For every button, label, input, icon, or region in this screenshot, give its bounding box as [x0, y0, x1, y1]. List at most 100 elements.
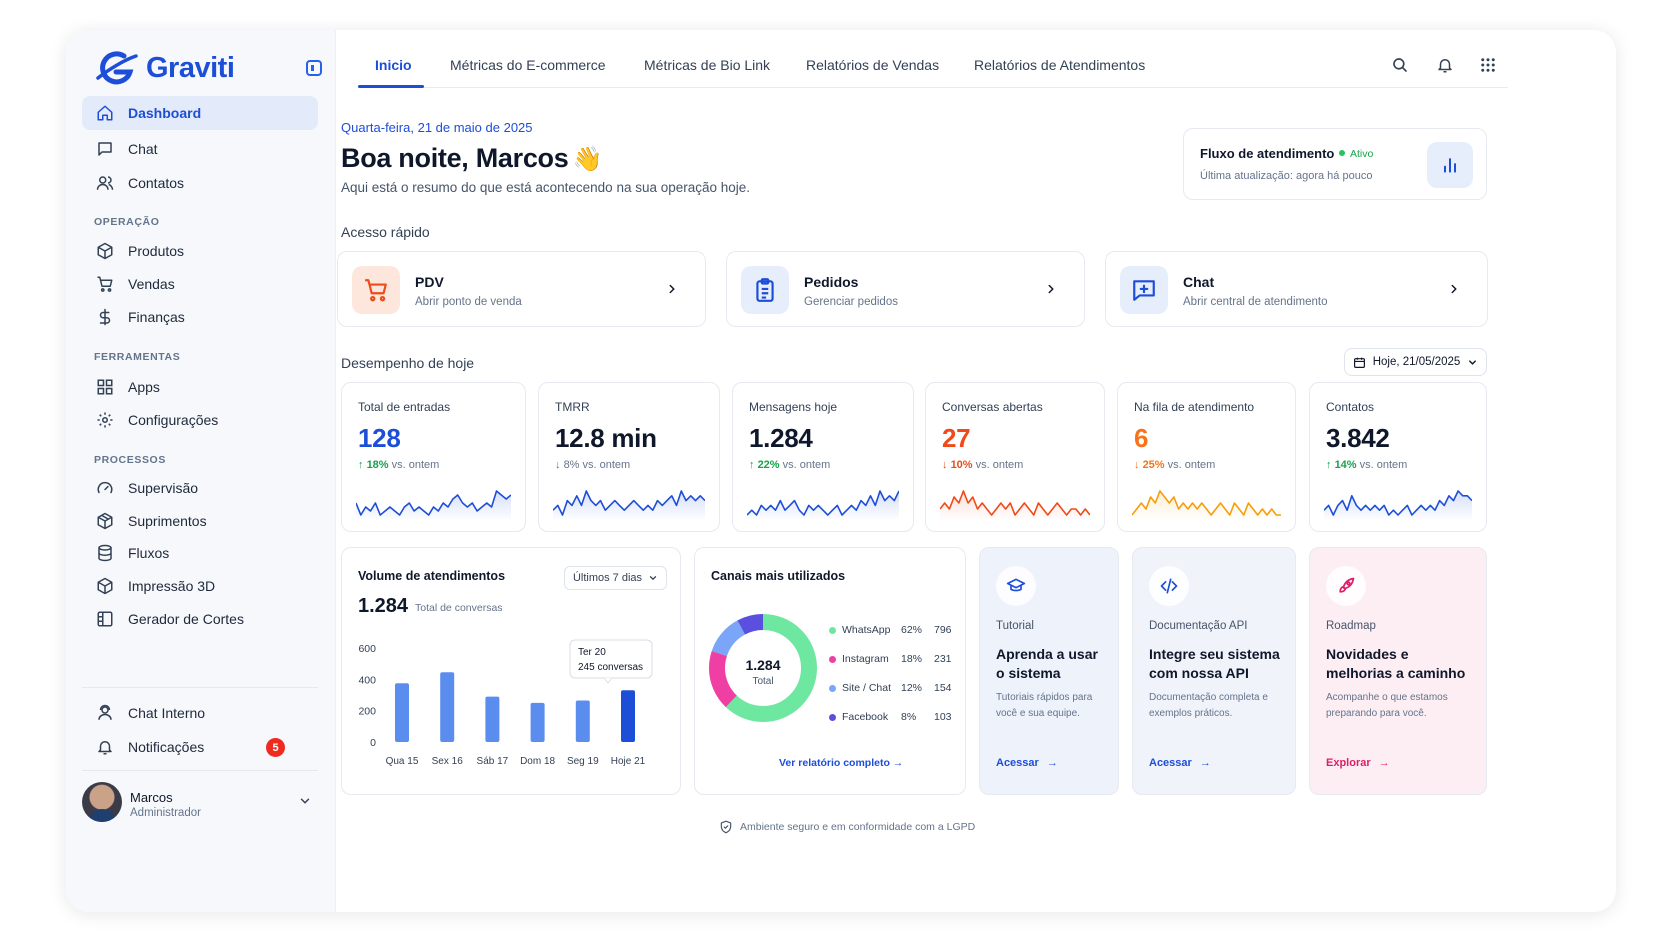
sidebar-item-label: Supervisão: [128, 480, 199, 496]
promo-link[interactable]: Acessar →: [1149, 757, 1211, 769]
bar-chart-icon: [1444, 158, 1456, 173]
promo-card[interactable]: Documentação API Integre seu sistema com …: [1132, 547, 1296, 795]
bar[interactable]: [485, 696, 500, 742]
sidebar-item-label: Chat: [128, 141, 158, 157]
sidebar-item-contatos[interactable]: Contatos: [82, 166, 318, 200]
stat-delta-percent: 25%: [1142, 459, 1165, 471]
sidebar-item-label: Finanças: [128, 309, 185, 325]
legend-count: 231: [934, 653, 952, 665]
sidebar-item-suprimentos[interactable]: Suprimentos: [82, 504, 318, 538]
sidebar-divider: [82, 770, 318, 771]
database-icon: [98, 544, 112, 562]
dashboard-body: Quarta-feira, 21 de maio de 2025 Boa noi…: [336, 30, 1616, 912]
promo-link[interactable]: Explorar →: [1326, 757, 1390, 769]
sidebar-item-configuracoes[interactable]: Configurações: [82, 403, 318, 437]
volume-total: 1.284: [358, 595, 409, 617]
arrow-up-icon: ↑: [1326, 459, 1335, 471]
volume-bar-chart: 600 400 200 0 Qua 15 Sex 16 Sáb 17 Dom 18 Seg 19…: [358, 639, 653, 767]
quick-title: Chat: [1183, 274, 1215, 290]
legend-name: Site / Chat: [842, 682, 892, 694]
stat-card[interactable]: Total de entradas 128 ↑ 18% vs. ontem: [341, 382, 526, 532]
legend-item: Facebook 8% 103: [829, 711, 959, 725]
promo-link[interactable]: Acessar →: [996, 757, 1058, 769]
legend-name: Facebook: [842, 711, 889, 723]
arrow-right-icon: →: [1046, 757, 1058, 769]
range-select[interactable]: Últimos 7 dias: [564, 566, 667, 590]
chevron-right-icon: [1048, 284, 1054, 294]
tooltip-pointer: [603, 677, 613, 684]
promo-icon-wrap: [1149, 566, 1189, 606]
page-title: Boa noite, Marcos 👋: [341, 143, 602, 174]
y-tick-label: 200: [358, 706, 376, 718]
cube-icon: [97, 577, 113, 595]
stat-delta-vs: vs. ontem: [782, 459, 831, 471]
x-tick-label: Qua 15: [386, 756, 419, 767]
sidebar-item-gerador-de-cortes[interactable]: Gerador de Cortes: [82, 602, 318, 636]
y-tick-label: 600: [358, 643, 376, 655]
legend-count: 796: [934, 624, 952, 636]
x-tick-label: Seg 19: [567, 756, 599, 767]
sidebar-item-impressao-3d[interactable]: Impressão 3D: [82, 569, 318, 603]
arrow-right-icon: →: [1199, 757, 1211, 769]
stat-value: 128: [358, 423, 401, 453]
bar[interactable]: [440, 672, 455, 742]
stat-card[interactable]: Mensagens hoje 1.284 ↑ 22% vs. ontem: [732, 382, 914, 532]
sidebar-item-financas[interactable]: Finanças: [82, 300, 318, 334]
bell-icon: [98, 741, 112, 755]
notification-count-badge: 5: [266, 738, 285, 757]
sidebar-item-fluxos[interactable]: Fluxos: [82, 536, 318, 570]
bar[interactable]: [621, 690, 635, 742]
full-report-link[interactable]: Ver relatório completo →: [779, 757, 903, 769]
waving-hand-icon: 👋: [572, 146, 603, 173]
q-icon-wrap: [741, 266, 789, 314]
sidebar-item-apps[interactable]: Apps: [82, 370, 318, 404]
quick-access-pdv[interactable]: PDV Abrir ponto de venda: [337, 251, 706, 327]
legend-dot: [829, 714, 836, 721]
layout-icon: [97, 611, 113, 627]
collapse-sidebar-icon[interactable]: [306, 60, 322, 76]
stat-card[interactable]: Contatos 3.842 ↑ 14% vs. ontem: [1309, 382, 1487, 532]
promo-card[interactable]: Tutorial Aprenda a usar o sistema Tutoriai…: [979, 547, 1119, 795]
stat-delta: ↓ 8% vs. ontem: [555, 459, 630, 471]
date-filter-select[interactable]: Hoje, 21/05/2025: [1344, 348, 1487, 376]
sparkline-area: [356, 491, 511, 521]
headset-icon: [98, 704, 112, 720]
bar[interactable]: [575, 700, 590, 742]
donut-total-label: Total: [752, 676, 773, 687]
chevron-down-icon: [649, 576, 657, 581]
bar[interactable]: [395, 683, 409, 742]
y-tick-label: 400: [358, 674, 376, 686]
quick-access-pedidos[interactable]: Pedidos Gerenciar pedidos: [726, 251, 1085, 327]
flow-chart-button[interactable]: [1427, 142, 1473, 188]
sidebar-item-dashboard[interactable]: Dashboard: [82, 96, 318, 130]
chevron-down-icon[interactable]: [298, 794, 312, 808]
legend-item: Instagram 18% 231: [829, 653, 959, 667]
sidebar-item-label: Impressão 3D: [128, 578, 216, 594]
chevron-down-icon: [1469, 359, 1477, 365]
flow-updated: Última atualização: agora há pouco: [1200, 170, 1373, 182]
avatar: [82, 782, 122, 822]
quick-access-chat[interactable]: Chat Abrir central de atendimento: [1105, 251, 1488, 327]
sidebar-item-label: Chat Interno: [128, 705, 206, 721]
arrow-down-icon: ↓: [1134, 459, 1143, 471]
code-icon: [1160, 578, 1178, 594]
user-menu[interactable]: Marcos Administrador: [82, 782, 318, 826]
flow-status-card[interactable]: Fluxo de atendimento Ativo Última atuali…: [1183, 128, 1487, 200]
brand[interactable]: Graviti: [94, 50, 235, 86]
sidebar-item-vendas[interactable]: Vendas: [82, 267, 318, 301]
stat-card[interactable]: TMRR 12.8 min ↓ 8% vs. ontem: [538, 382, 720, 532]
sidebar-item-supervisao[interactable]: Supervisão: [82, 471, 318, 505]
sidebar-item-chat-interno[interactable]: Chat Interno: [82, 696, 318, 730]
sidebar-item-chat[interactable]: Chat: [82, 132, 318, 166]
legend-percent: 62%: [901, 624, 923, 636]
stat-card[interactable]: Na fila de atendimento 6 ↓ 25% vs. ontem: [1117, 382, 1296, 532]
stat-card[interactable]: Conversas abertas 27 ↓ 10% vs. ontem: [925, 382, 1105, 532]
promo-card[interactable]: Roadmap Novidades e melhorias a caminho Ac…: [1309, 547, 1487, 795]
stat-value: 3.842: [1326, 423, 1390, 453]
chevron-right-icon: [669, 284, 675, 294]
home-icon: [97, 105, 113, 121]
x-tick-label: Hoje 21: [611, 756, 646, 767]
bar[interactable]: [530, 702, 545, 742]
sparkline-chart: [553, 490, 705, 521]
sidebar-item-produtos[interactable]: Produtos: [82, 234, 318, 268]
